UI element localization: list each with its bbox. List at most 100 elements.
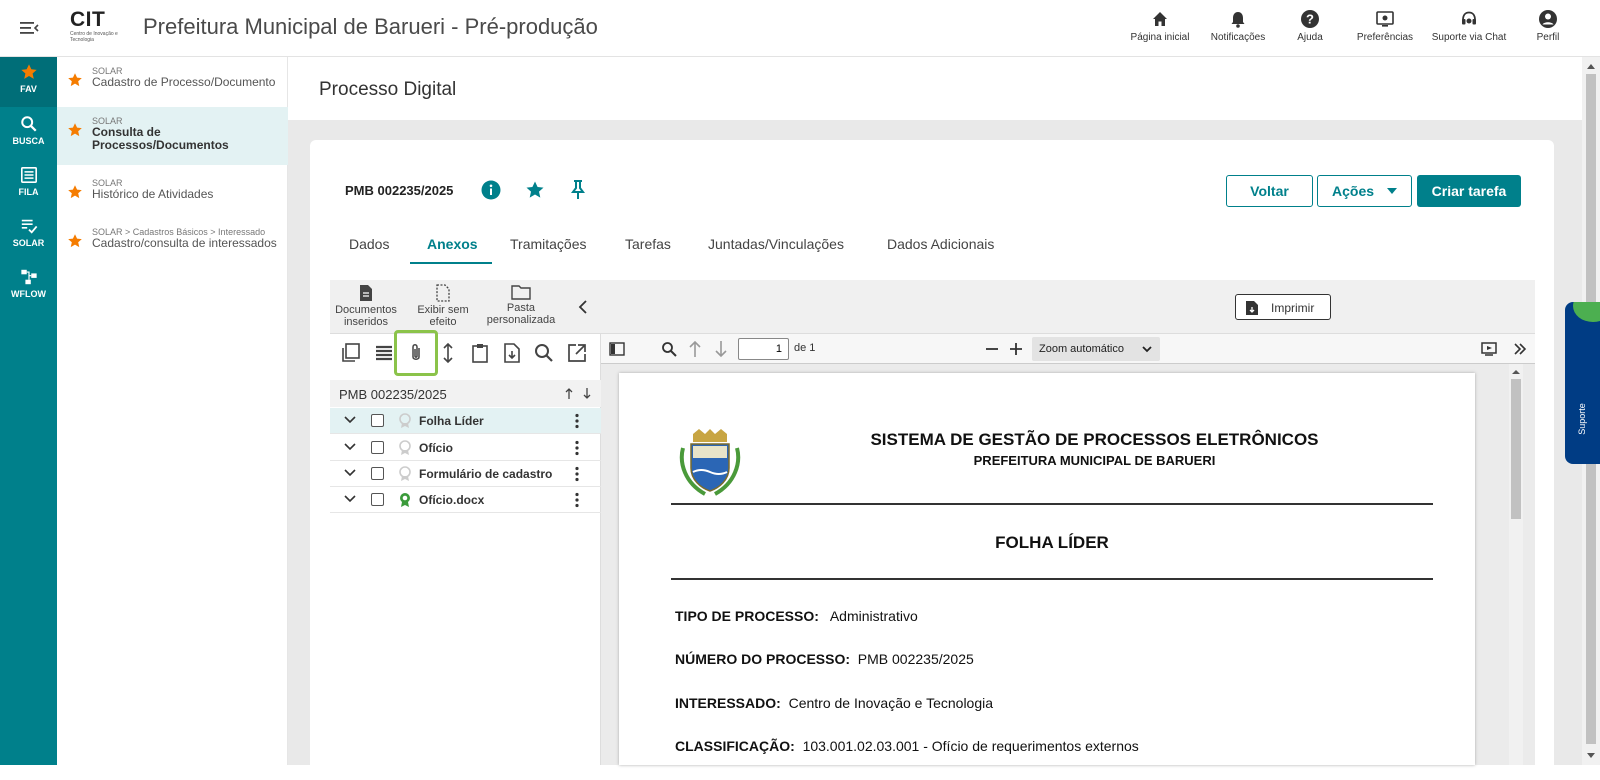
favorite-item[interactable]: SOLAR Histórico de Atividades: [57, 169, 288, 215]
copy-icon[interactable]: [340, 342, 362, 364]
star-icon[interactable]: [67, 233, 83, 249]
more-options-icon[interactable]: [574, 440, 580, 456]
attachment-label: Folha Líder: [419, 414, 484, 428]
nav-profile[interactable]: Perfil: [1523, 9, 1573, 49]
documentos-inseridos-button[interactable]: Documentos inseridos: [333, 280, 399, 328]
search-icon[interactable]: [533, 342, 555, 364]
more-options-icon[interactable]: [574, 466, 580, 482]
nav-support-chat[interactable]: Suporte via Chat: [1430, 9, 1508, 49]
find-icon[interactable]: [661, 341, 677, 357]
field-value: 103.001.02.03.001 - Ofício de requerimen…: [802, 738, 1139, 754]
sidebar-toggle-icon[interactable]: [609, 341, 625, 357]
logo-subtext: Centro de Inovação e Tecnologia: [70, 31, 118, 43]
tab-juntadas[interactable]: Juntadas/Vinculações: [708, 236, 844, 252]
exibir-sem-efeito-button[interactable]: Exibir sem efeito: [412, 280, 474, 328]
double-chevron-right-icon[interactable]: [1513, 342, 1527, 356]
row-checkbox[interactable]: [371, 467, 384, 480]
sidebar-item-fav[interactable]: FAV: [0, 57, 57, 107]
document-header-title: SISTEMA DE GESTÃO DE PROCESSOS ELETRÔNIC…: [870, 430, 1319, 449]
chevron-down-icon: [1142, 346, 1152, 353]
favorite-item[interactable]: SOLAR > Cadastros Básicos > Interessado …: [57, 218, 288, 266]
sidebar-item-busca[interactable]: BUSCA: [0, 109, 57, 159]
sidebar-label-wflow: WFLOW: [11, 289, 46, 299]
sidebar-item-wflow[interactable]: WFLOW: [0, 262, 57, 312]
attachment-label: Ofício: [419, 441, 454, 455]
chevron-down-icon[interactable]: [344, 468, 356, 478]
tab-dados-adicionais[interactable]: Dados Adicionais: [887, 236, 994, 252]
headset-icon: [1462, 11, 1476, 25]
document-icon: [360, 285, 372, 301]
nav-notifications[interactable]: Notificações: [1208, 9, 1268, 49]
star-icon: [20, 64, 37, 79]
more-options-icon[interactable]: [574, 492, 580, 508]
tab-dados[interactable]: Dados: [349, 236, 389, 252]
unsigned-seal-icon: [399, 440, 411, 455]
star-icon[interactable]: [67, 184, 83, 200]
cit-logo[interactable]: CIT Centro de Inovação e Tecnologia: [70, 9, 118, 45]
collapse-panel-icon[interactable]: [578, 300, 588, 314]
nav-home-label: Página inicial: [1130, 32, 1190, 43]
field-interessado: INTERESSADO: Centro de Inovação e Tecnol…: [675, 695, 993, 711]
next-page-icon[interactable]: [714, 340, 728, 358]
support-tab-label: Suporte: [1577, 403, 1587, 435]
open-external-icon[interactable]: [566, 342, 588, 364]
favorite-item[interactable]: SOLAR Consulta de Processos/Documentos: [57, 107, 288, 165]
support-side-tab[interactable]: Suporte: [1565, 302, 1600, 464]
zoom-in-icon[interactable]: [1009, 342, 1023, 356]
tab-tramitacoes[interactable]: Tramitações: [510, 236, 587, 252]
page-number-input[interactable]: [738, 338, 789, 360]
chevron-down-icon[interactable]: [344, 442, 356, 452]
nav-home[interactable]: Página inicial: [1130, 9, 1190, 49]
row-checkbox[interactable]: [371, 493, 384, 506]
star-icon[interactable]: [67, 122, 83, 138]
favorite-star-icon[interactable]: [525, 180, 545, 200]
sidebar-item-solar[interactable]: SOLAR: [0, 211, 57, 261]
field-label: CLASSIFICAÇÃO:: [675, 738, 795, 754]
favorite-item[interactable]: SOLAR Cadastro de Processo/Documento: [57, 57, 288, 105]
nav-help[interactable]: ? Ajuda: [1285, 9, 1335, 49]
imprimir-label: Imprimir: [1271, 301, 1315, 315]
info-icon[interactable]: [481, 180, 501, 200]
chevron-down-icon[interactable]: [344, 494, 356, 504]
tree-row[interactable]: Folha Líder: [330, 408, 601, 434]
paperclip-icon[interactable]: [405, 342, 427, 364]
sort-down-icon[interactable]: [582, 387, 592, 400]
star-icon[interactable]: [67, 72, 83, 88]
sidebar-item-fila[interactable]: FILA: [0, 160, 57, 210]
sidebar-label-solar: SOLAR: [12, 238, 45, 248]
field-label: NÚMERO DO PROCESSO:: [675, 651, 851, 667]
caret-down-icon: [1387, 188, 1397, 194]
print-document-icon: [1246, 301, 1258, 315]
menu-toggle-icon[interactable]: [20, 20, 40, 36]
sort-up-icon[interactable]: [564, 387, 574, 400]
pdf-scrollbar[interactable]: [1509, 364, 1523, 765]
presentation-mode-icon[interactable]: [1481, 341, 1497, 357]
imprimir-button[interactable]: Imprimir: [1235, 294, 1331, 320]
tree-row[interactable]: Formulário de cadastro: [330, 461, 601, 487]
list-view-icon[interactable]: [373, 342, 395, 364]
criar-tarefa-button[interactable]: Criar tarefa: [1417, 175, 1521, 207]
top-bar: CIT Centro de Inovação e Tecnologia Pref…: [0, 0, 1600, 57]
zoom-out-icon[interactable]: [985, 342, 999, 356]
pasta-personalizada-button[interactable]: Pasta personalizada: [485, 280, 557, 326]
chevron-down-icon[interactable]: [344, 415, 356, 425]
field-value: Centro de Inovação e Tecnologia: [788, 695, 994, 711]
tree-row[interactable]: Ofício: [330, 435, 601, 461]
favorite-name: Cadastro de Processo/Documento: [92, 75, 276, 89]
acoes-dropdown[interactable]: Ações: [1317, 175, 1412, 207]
voltar-button[interactable]: Voltar: [1226, 175, 1313, 207]
pin-icon[interactable]: [568, 179, 588, 201]
download-document-icon[interactable]: [501, 342, 523, 364]
row-checkbox[interactable]: [371, 441, 384, 454]
clipboard-icon[interactable]: [469, 342, 491, 364]
tab-tarefas[interactable]: Tarefas: [625, 236, 671, 252]
previous-page-icon[interactable]: [688, 340, 702, 358]
reorder-icon[interactable]: [437, 342, 459, 364]
row-checkbox[interactable]: [371, 414, 384, 427]
more-options-icon[interactable]: [574, 413, 580, 429]
divider: [671, 578, 1433, 580]
nav-preferences[interactable]: Preferências: [1350, 9, 1420, 49]
tree-row[interactable]: Ofício.docx: [330, 487, 601, 513]
zoom-select[interactable]: Zoom automático: [1032, 337, 1160, 361]
tab-anexos[interactable]: Anexos: [427, 236, 478, 252]
